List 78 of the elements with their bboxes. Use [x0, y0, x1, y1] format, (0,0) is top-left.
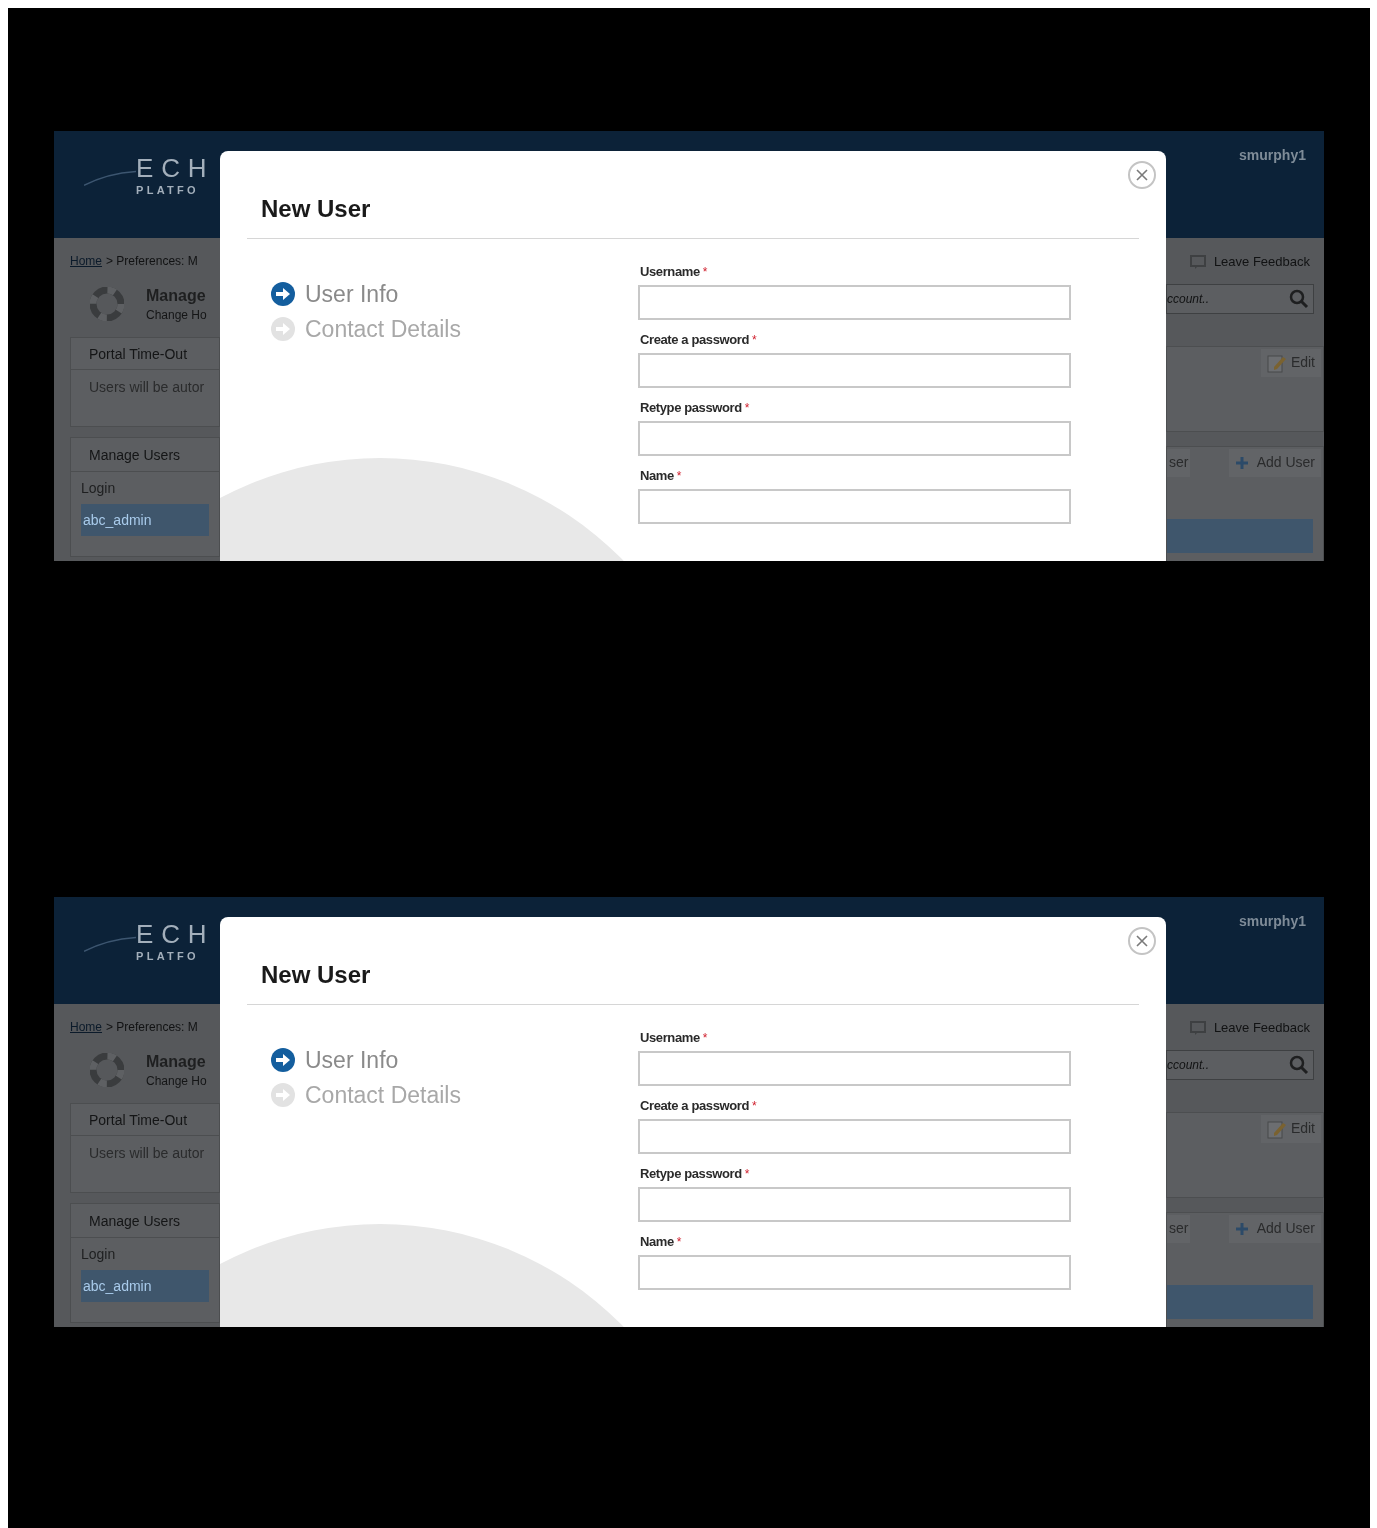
required-mark: *: [676, 1234, 682, 1251]
search-placeholder: ccount..: [1167, 290, 1210, 308]
input-field[interactable]: [638, 489, 1071, 524]
breadcrumb-link[interactable]: Home: [70, 252, 102, 270]
field-label: Username: [640, 263, 700, 282]
pencil-icon: [1266, 352, 1287, 373]
input-field[interactable]: [638, 285, 1071, 320]
input-field[interactable]: [638, 421, 1071, 456]
input-field[interactable]: [638, 1119, 1071, 1154]
comment-icon: [1189, 1020, 1206, 1035]
edit-button[interactable]: Edit: [1260, 1114, 1321, 1143]
username-link[interactable]: smurphy1: [1239, 131, 1324, 238]
edit-button[interactable]: Edit: [1260, 348, 1321, 377]
field-label: Username: [640, 1029, 700, 1048]
logo-subtext: PLATFO: [136, 183, 200, 197]
page-subtitle: Change Ho: [146, 307, 207, 323]
close-icon: [1136, 935, 1148, 947]
section-title: Portal Time-Out: [71, 1104, 219, 1136]
section-title: Portal Time-Out: [71, 338, 219, 370]
pencil-icon: [1266, 1118, 1287, 1139]
column-header: Login: [80, 1245, 117, 1264]
required-mark: *: [752, 1098, 757, 1115]
field-label: Name: [640, 467, 674, 486]
close-icon: [1136, 169, 1148, 181]
breadcrumb-link[interactable]: Home: [70, 1018, 102, 1036]
field-label: Retype password: [640, 399, 742, 418]
field-label: Create a password: [640, 1097, 749, 1116]
input-field[interactable]: [638, 1255, 1071, 1290]
page-title: Manage: [146, 1052, 207, 1072]
search-icon: [1289, 288, 1309, 309]
required-mark: *: [702, 264, 708, 281]
field-label: Retype password: [640, 1165, 742, 1184]
page-title: Manage: [146, 286, 207, 306]
step-label[interactable]: User Info: [305, 281, 399, 307]
add-user-button[interactable]: Add User: [1228, 448, 1321, 477]
toolbar-button[interactable]: ser: [1167, 1214, 1191, 1243]
required-mark: *: [752, 332, 757, 349]
field-label: Create a password: [640, 331, 749, 350]
toolbar-button[interactable]: ser: [1167, 448, 1191, 477]
search-icon: [1289, 1054, 1309, 1075]
page-subtitle: Change Ho: [146, 1073, 207, 1089]
search-field[interactable]: ccount..: [1166, 283, 1314, 314]
section-title: Manage Users: [71, 438, 219, 472]
plus-icon: [1234, 455, 1249, 470]
table-row[interactable]: abc_admin: [81, 1270, 209, 1302]
feedback-link[interactable]: Leave Feedback: [1213, 252, 1310, 272]
step-label[interactable]: Contact Details: [305, 1082, 461, 1108]
input-field[interactable]: [638, 1051, 1071, 1086]
plus-icon: [1234, 1221, 1249, 1236]
field-label: Name: [640, 1233, 674, 1252]
lifebuoy-icon: [90, 287, 124, 321]
input-field[interactable]: [638, 1187, 1071, 1222]
table-row[interactable]: abc_admin: [81, 504, 209, 536]
required-mark: *: [676, 468, 682, 485]
required-mark: *: [744, 400, 750, 417]
step-label[interactable]: Contact Details: [305, 316, 461, 342]
comment-icon: [1189, 254, 1206, 269]
close-button[interactable]: [1128, 927, 1156, 955]
required-mark: *: [702, 1030, 708, 1047]
logo-text: ECH: [136, 153, 215, 183]
input-field[interactable]: [638, 353, 1071, 388]
dialog-title: New User: [261, 960, 372, 990]
logo-subtext: PLATFO: [136, 949, 200, 963]
required-mark: *: [744, 1166, 750, 1183]
section-title: Manage Users: [71, 1204, 219, 1238]
lifebuoy-icon: [90, 1053, 124, 1087]
column-header: Login: [80, 479, 117, 498]
search-field[interactable]: ccount..: [1166, 1049, 1314, 1080]
dialog-title: New User: [261, 194, 372, 224]
search-placeholder: ccount..: [1167, 1056, 1210, 1074]
breadcrumb-text: > Preferences: M: [106, 253, 198, 270]
close-button[interactable]: [1128, 161, 1156, 189]
username-link[interactable]: smurphy1: [1239, 897, 1324, 1004]
add-user-button[interactable]: Add User: [1228, 1214, 1321, 1243]
step-label[interactable]: User Info: [305, 1047, 399, 1073]
logo-text: ECH: [136, 919, 215, 949]
breadcrumb-text: > Preferences: M: [106, 1019, 198, 1036]
feedback-link[interactable]: Leave Feedback: [1213, 1018, 1310, 1038]
